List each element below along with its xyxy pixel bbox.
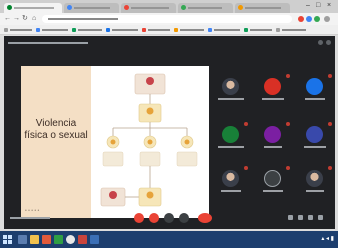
- presentation-slide: Violencia física o sexual • • • • •: [21, 66, 209, 218]
- tab-favicon-icon: [124, 5, 129, 10]
- app-icon[interactable]: [78, 235, 87, 244]
- participant-avatar: [306, 126, 323, 143]
- minimize-icon[interactable]: –: [306, 2, 310, 10]
- diagram-text-box: [139, 151, 161, 167]
- settings-icon[interactable]: [318, 40, 323, 45]
- reload-icon[interactable]: ↻: [22, 15, 28, 23]
- microphone-icon[interactable]: [134, 213, 144, 223]
- browser-tab-meet[interactable]: [4, 3, 62, 13]
- info-icon[interactable]: [288, 215, 293, 220]
- browser-tab-strip: – □ ×: [0, 0, 338, 13]
- screenshot: – □ × ← → ↻ ⌂ Violencia física o sexual …: [0, 0, 338, 248]
- address-bar-row: ← → ↻ ⌂: [0, 13, 338, 25]
- mic-off-icon: [328, 74, 332, 78]
- participant-avatar: [222, 170, 239, 187]
- participant-avatar: [264, 78, 281, 95]
- participant-tile[interactable]: [256, 74, 290, 104]
- start-icon[interactable]: [3, 235, 12, 244]
- participant-avatar: [264, 126, 281, 143]
- browser-tab[interactable]: [121, 3, 176, 13]
- mic-off-icon: [286, 166, 290, 170]
- browser-tab[interactable]: [64, 3, 119, 13]
- mic-off-icon: [286, 74, 290, 78]
- slide-footer-decoration: • • • • •: [25, 208, 40, 214]
- participant-tile[interactable]: [214, 122, 248, 152]
- system-tray[interactable]: ▴ ◂ ▮: [321, 235, 334, 244]
- participant-tile[interactable]: [298, 166, 332, 196]
- mic-off-icon: [286, 122, 290, 126]
- people-icon[interactable]: [298, 215, 303, 220]
- tab-favicon-icon: [67, 5, 72, 10]
- diagram-text-box: [176, 151, 198, 167]
- extension-icon[interactable]: [314, 16, 320, 22]
- more-options-icon[interactable]: [326, 40, 331, 45]
- chat-icon[interactable]: [308, 215, 313, 220]
- profile-avatar[interactable]: [324, 16, 330, 22]
- participant-tile[interactable]: [214, 74, 248, 104]
- diagram-node-icon: [146, 107, 154, 115]
- search-icon[interactable]: [18, 235, 27, 244]
- activities-icon[interactable]: [318, 215, 323, 220]
- participant-avatar: [306, 78, 323, 95]
- participant-tile[interactable]: [298, 74, 332, 104]
- meeting-area: Violencia física o sexual • • • • •: [4, 36, 335, 229]
- url-input[interactable]: [42, 15, 292, 23]
- tab-favicon-icon: [238, 5, 243, 10]
- taskbar: ▴ ◂ ▮: [0, 231, 338, 248]
- home-icon[interactable]: ⌂: [32, 15, 36, 23]
- diagram-node-icon: [146, 77, 154, 85]
- arrow-left-icon[interactable]: ←: [4, 15, 11, 23]
- app-icon[interactable]: [42, 235, 51, 244]
- arrow-right-icon[interactable]: →: [13, 15, 20, 23]
- meet-favicon-icon: [7, 5, 12, 10]
- mic-off-icon: [328, 166, 332, 170]
- close-icon[interactable]: ×: [327, 2, 331, 10]
- maximize-icon[interactable]: □: [316, 2, 320, 10]
- participant-tile[interactable]: [256, 122, 290, 152]
- meeting-info-bar: [8, 42, 88, 44]
- browser-tab[interactable]: [235, 3, 290, 13]
- participant-avatar: [222, 126, 239, 143]
- more-options-icon[interactable]: [179, 213, 189, 223]
- mic-off-icon: [328, 122, 332, 126]
- extension-icon[interactable]: [298, 16, 304, 22]
- participant-avatar: [306, 170, 323, 187]
- camera-icon[interactable]: [149, 213, 159, 223]
- meeting-time-and-code: [10, 217, 50, 219]
- participant-avatar: [222, 78, 239, 95]
- phone-hangup-icon[interactable]: [198, 213, 212, 223]
- participant-tile[interactable]: [214, 166, 248, 196]
- file-explorer-icon[interactable]: [30, 235, 39, 244]
- participant-avatar: [264, 170, 281, 187]
- browser-tab[interactable]: [178, 3, 233, 13]
- chrome-icon[interactable]: [66, 235, 75, 244]
- diagram-text-box: [102, 151, 124, 167]
- slide-diagram: [100, 73, 198, 207]
- participant-tile[interactable]: [256, 166, 290, 196]
- mic-off-icon: [244, 166, 248, 170]
- mic-off-icon: [244, 122, 248, 126]
- present-icon[interactable]: [164, 213, 174, 223]
- bookmarks-bar: [0, 25, 338, 35]
- slide-title: Violencia física o sexual: [24, 118, 88, 141]
- slide-title-panel: Violencia física o sexual • • • • •: [21, 66, 91, 218]
- participant-tile[interactable]: [298, 122, 332, 152]
- extension-icon[interactable]: [306, 16, 312, 22]
- app-icon[interactable]: [90, 235, 99, 244]
- app-icon[interactable]: [54, 235, 63, 244]
- tab-favicon-icon: [181, 5, 186, 10]
